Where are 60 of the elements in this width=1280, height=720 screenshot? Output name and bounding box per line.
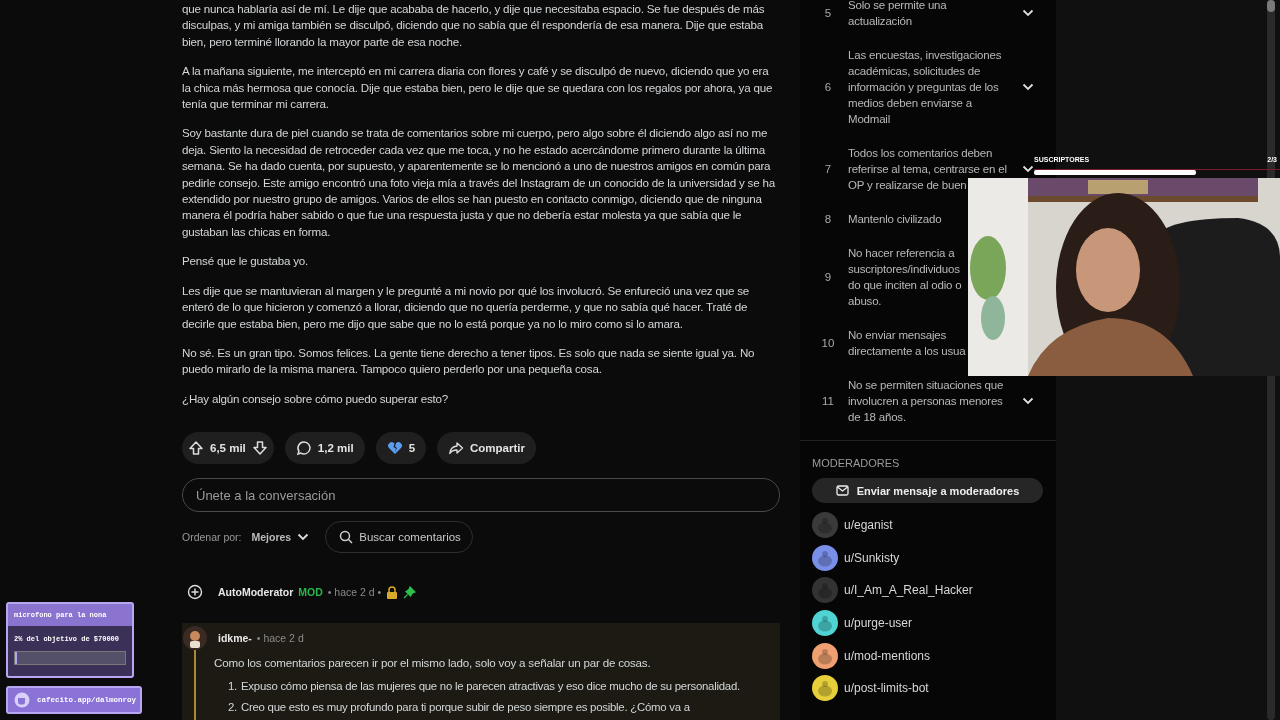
post-paragraph: ¿Hay algún consejo sobre cómo puedo superar esto?	[182, 390, 450, 407]
rule-text[interactable]: Las encuestas, investigaciones académicas, solicitudes de información y preguntas de los medios deben enviarse a Modmail	[848, 47, 1002, 127]
downvote-icon[interactable]	[251, 440, 268, 457]
chevron-icon[interactable]	[1022, 83, 1034, 91]
sort-label: Ordenar por:	[182, 529, 242, 545]
comment-field[interactable]: Únete a la conversación	[182, 478, 780, 513]
comment-text: Como los comentarios parecen ir por el mismo lado, solo voy a señalar un par de cosas.	[214, 655, 652, 672]
moderator-link[interactable]: u/mod-mentions	[844, 647, 931, 664]
rule-number: 5	[823, 6, 833, 21]
chevron-icon[interactable]	[1022, 9, 1034, 17]
post-paragraph: que nunca hablaría así de mí. Le dije que acababa de hacerlo, y dije que necesitaba espacio. Se fue después de más disculpas, y mi amiga también se disculpó, diciendo que no sabía que él respondería de esa manera. Dije que estaba bien, pero terminé llorando la mayor parte de esa noche.	[182, 1, 766, 50]
rule-text[interactable]: Mantenlo civilizado	[848, 211, 942, 227]
moderator-link[interactable]: u/Sunkisty	[844, 549, 900, 566]
mod-label: MOD	[298, 584, 323, 600]
broken-heart-icon	[386, 440, 403, 457]
mail-icon	[835, 485, 849, 496]
post-paragraph: Pensé que le gustaba yo.	[182, 253, 310, 270]
list-marker: 1.	[228, 678, 237, 694]
comment-time: • hace 2 d	[256, 630, 304, 646]
rule-number: 7	[823, 162, 833, 177]
section-title: MODERADORES	[812, 456, 901, 469]
vote-count: 6,5 mil	[210, 440, 246, 456]
comment-icon	[295, 440, 312, 457]
comments-button[interactable]: 1,2 mil	[284, 432, 365, 465]
post-paragraph: Les dije que se mantuvieran al margen y le pregunté a mi novio por qué los involucró. Se enfureció una vez que se enteró de lo que hicieron y comenzó a llorar, diciendo que no quería perderme, y que no sabía qué hacer. Traté de decirle que estaba bien, pero me dijo que sabe que no lo está porque ya no lo miro como si lo amara.	[182, 282, 751, 332]
chevron-icon[interactable]	[1022, 397, 1034, 405]
comment-time: • hace 2 d •	[327, 584, 382, 600]
comment-author[interactable]: idkme-	[218, 629, 252, 647]
comment-author[interactable]: AutoModerator	[218, 583, 294, 601]
rule-number: 11	[821, 394, 835, 409]
rule-number: 10	[820, 336, 836, 351]
expand-icon[interactable]	[187, 584, 203, 601]
rule-number: 8	[823, 212, 833, 227]
post-paragraph: A la mañana siguiente, me interceptó en mi carrera diaria con flores y café y se disculpó de nuevo, diciendo que yo era la chica más hermosa que conocía. Dije que estaba bien, pero le dije que se quedara con los regalos por ahora, ya que tenía que terminar mi carrera.	[182, 63, 774, 113]
comment-search-field[interactable]: Buscar comentarios	[325, 521, 474, 554]
message-moderators-button[interactable]: Enviar mensaje a moderadores	[812, 478, 1043, 503]
post-paragraph: No sé. Es un gran tipo. Somos felices. La gente tiene derecho a tener tipos. Es solo que nada se siente igual ya. No puedo mirarlo de la misma manera. Tampoco quiero perderlo por una pequeña cosa.	[182, 344, 756, 378]
moderator-link[interactable]: u/post-limits-bot	[844, 680, 929, 697]
moderator-link[interactable]: u/purge-user	[844, 615, 913, 632]
rule-number: 6	[823, 80, 833, 95]
search-icon	[339, 530, 354, 545]
post-paragraph: Soy bastante dura de piel cuando se trata de comentarios sobre mi cuerpo, pero algo sobre él diciendo algo así no me deja. Siento la necesidad de retroceder cada vez que me toca, y no he estado acercándome primero durante la última semana. Se ha dado cuenta, por supuesto, y aparentemente se lo mencionó a uno de nuestros amigos en común para pedirle consejo. Este amigo encontró una foto vieja mía a través del Instagram de un conocido de la universidad y se ha extendido por nuestro grupo de amigos. Varios de ellos se han puesto en contacto conmigo, diciendo que de ninguna manera él podría haber sabido o que fue una respuesta justa y que no debería estar molesta ya que sabía que le gustaban las chicas en forma.	[182, 125, 776, 240]
moderator-link[interactable]: u/eganist	[844, 517, 893, 534]
rule-text[interactable]: No hacer referencia a suscriptores/individuos do que inciten al odio o abuso.	[848, 245, 962, 309]
list-marker: 2.	[228, 699, 237, 715]
rule-text[interactable]: No enviar mensajes directamente a los usua	[848, 327, 966, 359]
upvote-icon[interactable]	[188, 440, 204, 457]
rule-text[interactable]: No se permiten situaciones que involucren a personas menores de 18 años.	[848, 377, 1004, 425]
rule-text[interactable]: Solo se permite una actualización	[848, 0, 947, 29]
caret-icon[interactable]	[297, 533, 310, 542]
awards-button[interactable]: 5	[375, 432, 427, 465]
rule-text[interactable]: Todos los comentarios deben referirse al tema, centrarse en el OP y realizarse de buen	[848, 145, 1007, 193]
share-button[interactable]: Compartir	[437, 432, 536, 465]
list-item: Expuso cómo piensa de las mujeres que no le parecen atractivas y eso dice mucho de su personalidad.	[241, 678, 740, 694]
sort-dropdown[interactable]: Mejores	[251, 531, 310, 544]
list-item: Creo que esto es muy profundo para ti porque subir de peso siempre es posible. ¿Cómo va a	[241, 699, 690, 715]
rule-number: 9	[823, 270, 833, 285]
chevron-icon[interactable]	[1022, 165, 1034, 173]
moderator-link[interactable]: u/I_Am_A_Real_Hacker	[844, 582, 973, 599]
share-icon	[448, 440, 465, 457]
